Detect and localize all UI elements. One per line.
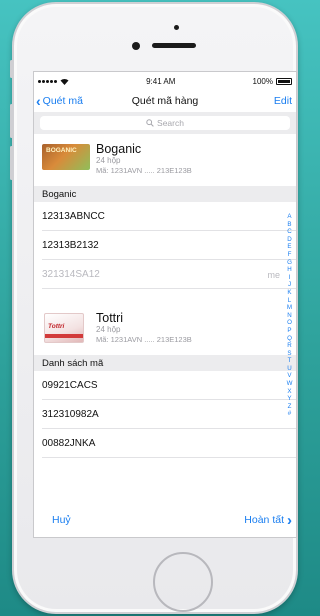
scan-list: BOGANIC Boganic 24 hộp Mã: 1231AVN .....… — [34, 134, 296, 458]
index-letter[interactable]: E — [287, 243, 291, 251]
index-letter[interactable]: C — [287, 228, 291, 236]
back-label: Quét mã — [42, 95, 83, 107]
index-letter[interactable]: V — [287, 372, 291, 380]
index-letter[interactable]: F — [288, 251, 292, 259]
product-info: Tottri 24 hộp Mã: 1231AVN ..... 213E123B — [96, 311, 192, 345]
code-value: 321314SA12 — [42, 269, 100, 280]
code-row[interactable]: 321314SA12 me — [34, 260, 296, 289]
cancel-button[interactable]: Huỷ — [52, 514, 71, 526]
index-letter[interactable]: G — [287, 259, 292, 267]
home-button[interactable] — [153, 552, 213, 612]
thumbnail-brand-text: BOGANIC — [46, 147, 77, 154]
front-camera — [132, 42, 140, 50]
code-row[interactable]: 12313ABNCC — [34, 202, 296, 231]
index-letter[interactable]: A — [287, 213, 291, 221]
code-value: 00882JNKA — [42, 438, 96, 449]
signal-indicator — [38, 78, 69, 85]
code-value: 12313ABNCC — [42, 211, 105, 222]
volume-down-button[interactable] — [10, 146, 13, 180]
done-button[interactable]: Hoàn tất › — [244, 513, 292, 528]
index-letter[interactable]: L — [288, 297, 291, 305]
index-letter[interactable]: R — [287, 342, 291, 350]
battery-percent: 100% — [252, 76, 273, 86]
section-header: Boganic — [34, 186, 296, 202]
product-thumbnail: Tottri — [42, 311, 92, 343]
code-row[interactable]: 09921CACS — [34, 371, 296, 400]
index-letter[interactable]: Y — [287, 395, 291, 403]
earpiece-speaker — [152, 43, 196, 48]
index-letter[interactable]: P — [287, 327, 291, 335]
signal-dots-icon — [38, 79, 57, 83]
battery-indicator: 100% — [253, 77, 292, 86]
volume-up-button[interactable] — [10, 104, 13, 138]
code-row[interactable]: 00882JNKA — [34, 429, 296, 458]
index-letter[interactable]: K — [287, 289, 291, 297]
product-name: Boganic — [96, 142, 142, 156]
code-note: me — [267, 269, 280, 280]
index-letter[interactable]: X — [287, 388, 291, 396]
index-letter[interactable]: U — [287, 365, 291, 373]
index-letter[interactable]: B — [287, 221, 291, 229]
code-value: 09921CACS — [42, 380, 98, 391]
status-bar: 9:41 AM 100% — [34, 72, 296, 90]
product-name: Tottri — [96, 311, 124, 325]
index-letter[interactable]: I — [289, 274, 291, 282]
product-quantity: 24 hộp — [96, 325, 121, 334]
search-placeholder: Search — [157, 118, 184, 128]
boganic-box-image: BOGANIC — [42, 144, 90, 170]
index-letter[interactable]: T — [288, 357, 292, 365]
search-icon — [146, 119, 154, 127]
index-letter[interactable]: H — [287, 266, 291, 274]
action-footer: Huỷ Hoàn tất › — [34, 503, 296, 537]
chevron-right-icon: › — [287, 511, 292, 529]
index-letter[interactable]: Z — [288, 403, 292, 411]
edit-button[interactable]: Edit — [274, 95, 292, 107]
index-letter[interactable]: N — [287, 312, 291, 320]
index-letter[interactable]: O — [287, 319, 292, 327]
index-letter[interactable]: J — [288, 281, 291, 289]
status-time: 9:41 AM — [146, 76, 176, 86]
wifi-icon — [60, 78, 69, 85]
done-label: Hoàn tất — [244, 514, 284, 526]
product-header[interactable]: Tottri Tottri 24 hộp Mã: 1231AVN ..... 2… — [34, 303, 296, 355]
code-value: 12313B2132 — [42, 240, 99, 251]
thumbnail-brand-text: Tottri — [48, 323, 65, 330]
index-letter[interactable]: W — [287, 380, 293, 388]
index-letter[interactable]: M — [287, 304, 292, 312]
index-letter[interactable]: S — [287, 350, 291, 358]
product-code: Mã: 1231AVN ..... 213E123B — [96, 335, 192, 344]
code-value: 312310982A — [42, 409, 99, 420]
product-thumbnail: BOGANIC — [42, 142, 92, 172]
section-index-bar[interactable]: A B C D E F G H I J K L M N O P Q R S T U V W X Y Z # — [285, 213, 294, 418]
search-input[interactable]: Search — [40, 116, 290, 130]
product-quantity: 24 hộp — [96, 156, 121, 165]
tottri-box-image: Tottri — [44, 313, 84, 343]
product-code: Mã: 1231AVN ..... 213E123B — [96, 166, 192, 175]
product-info: Boganic 24 hộp Mã: 1231AVN ..... 213E123… — [96, 142, 192, 176]
product-header[interactable]: BOGANIC Boganic 24 hộp Mã: 1231AVN .....… — [34, 134, 296, 186]
battery-icon — [275, 77, 292, 85]
code-row[interactable]: 12313B2132 — [34, 231, 296, 260]
chevron-left-icon: ‹ — [36, 93, 41, 109]
index-letter[interactable]: Q — [287, 335, 292, 343]
section-header: Danh sách mã — [34, 355, 296, 371]
navigation-bar: ‹ Quét mã Quét mã hàng Edit — [34, 90, 296, 112]
mute-switch[interactable] — [10, 60, 13, 78]
index-letter[interactable]: D — [287, 236, 291, 244]
code-row[interactable]: 312310982A — [34, 400, 296, 429]
index-letter[interactable]: # — [288, 410, 291, 418]
back-button[interactable]: ‹ Quét mã — [36, 94, 83, 108]
screen: 9:41 AM 100% ‹ Quét mã Quét mã hàng Edit… — [33, 71, 297, 538]
thumbnail-stripe — [45, 334, 83, 338]
search-bar: Search — [34, 112, 296, 134]
front-sensor — [174, 25, 179, 30]
